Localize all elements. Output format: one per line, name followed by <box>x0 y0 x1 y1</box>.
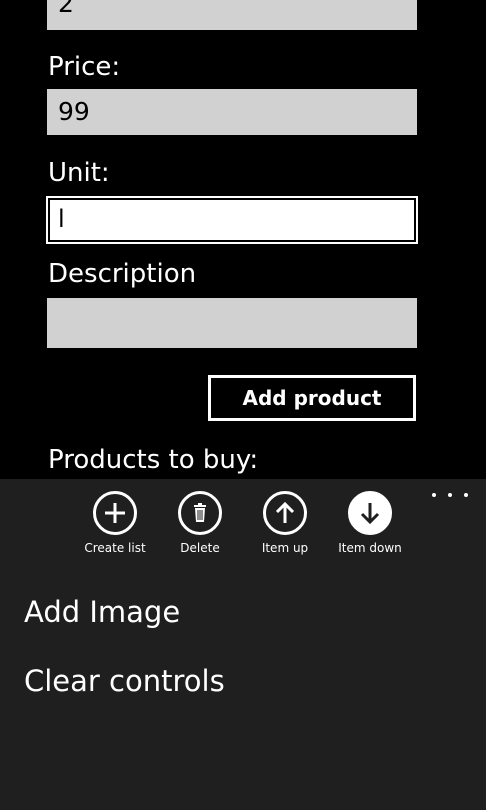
products-heading: Products to buy: <box>48 445 259 475</box>
product-form: 2 Price: 99 Unit: l Description Add prod… <box>0 0 486 480</box>
add-product-page: 2 Price: 99 Unit: l Description Add prod… <box>0 0 486 810</box>
price-field[interactable]: 99 <box>47 89 417 135</box>
plus-icon <box>93 491 137 535</box>
ellipsis-icon[interactable] <box>432 487 468 503</box>
price-value: 99 <box>58 97 90 126</box>
unit-value: l <box>58 205 65 233</box>
quantity-value: 2 <box>58 0 74 18</box>
price-label: Price: <box>48 52 121 82</box>
description-field[interactable] <box>47 298 417 348</box>
menu-item-add-image[interactable]: Add Image <box>24 595 180 629</box>
add-product-button[interactable]: Add product <box>208 375 416 421</box>
unit-label: Unit: <box>48 158 110 188</box>
arrow-up-icon <box>263 491 307 535</box>
item-down-button[interactable]: Item down <box>320 491 420 555</box>
menu-item-clear-controls[interactable]: Clear controls <box>24 664 225 698</box>
unit-field[interactable]: l <box>46 196 418 244</box>
description-label: Description <box>48 259 197 289</box>
quantity-field[interactable]: 2 <box>47 0 417 30</box>
arrow-down-icon <box>348 491 392 535</box>
item-down-label: Item down <box>338 541 402 555</box>
trash-icon <box>178 491 222 535</box>
application-bar: Create list Delete Item up Item down Add… <box>0 479 486 810</box>
